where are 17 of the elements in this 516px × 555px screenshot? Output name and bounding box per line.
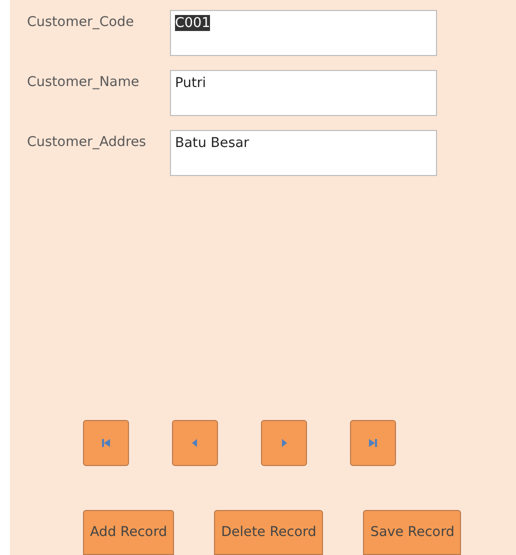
field-label: Customer_Addres bbox=[26, 133, 148, 152]
first-record-button[interactable] bbox=[83, 420, 129, 466]
field-label: Customer_Code bbox=[26, 13, 135, 32]
previous-record-icon bbox=[191, 439, 199, 447]
field-label: Customer_Name bbox=[26, 73, 140, 92]
action-button[interactable]: Delete Record bbox=[214, 510, 324, 555]
text-field[interactable]: Putri bbox=[170, 70, 437, 116]
last-record-icon bbox=[369, 439, 377, 447]
first-record-icon bbox=[102, 439, 110, 447]
text-field[interactable]: C001 bbox=[170, 10, 437, 56]
next-record-icon bbox=[280, 439, 288, 447]
last-record-button[interactable] bbox=[350, 420, 396, 466]
action-button[interactable]: Save Record bbox=[363, 510, 462, 555]
previous-record-button[interactable] bbox=[172, 420, 218, 466]
text-field[interactable]: Batu Besar bbox=[170, 130, 437, 176]
action-button[interactable]: Add Record bbox=[83, 510, 174, 555]
next-record-button[interactable] bbox=[261, 420, 307, 466]
